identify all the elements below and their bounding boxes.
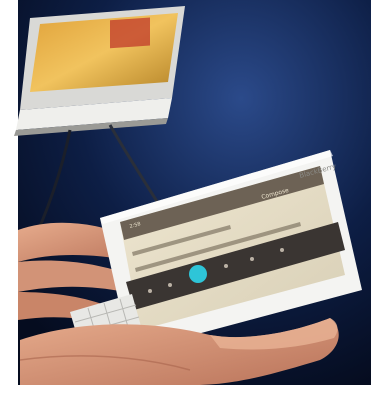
background-phone (14, 6, 185, 136)
photo-scene: BlackBerry Compose 2:58 (0, 0, 371, 394)
photo-illustration: BlackBerry Compose 2:58 (0, 0, 371, 394)
mic-button (189, 265, 207, 283)
bottom-margin (0, 385, 371, 394)
left-margin (0, 0, 18, 394)
